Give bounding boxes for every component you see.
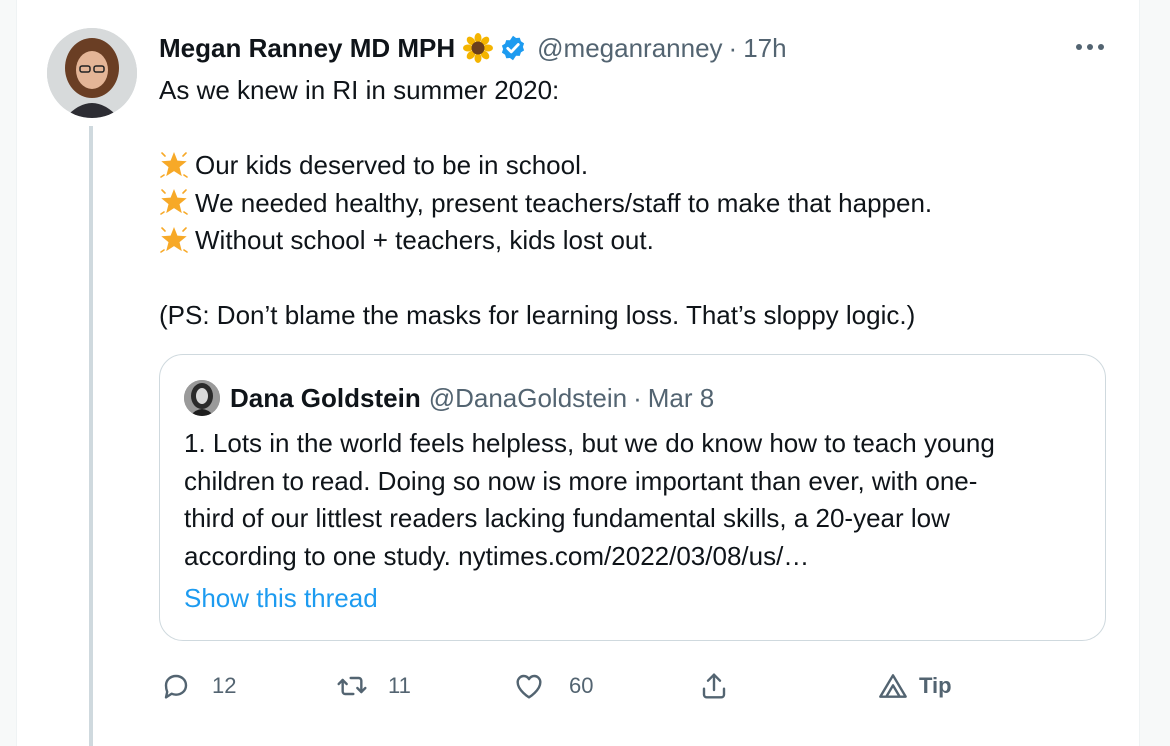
tweet-line: Our kids deserved to be in school. [159,147,1099,185]
quoted-line: 1. Lots in the world feels helpless, but… [184,428,995,458]
tweet-actions: 12 11 60 Tip [0,664,1170,708]
quoted-author-handle: @DanaGoldstein [428,382,628,413]
tweet-line: (PS: Don’t blame the masks for learning … [159,300,916,330]
tip-label: Tip [919,673,952,698]
tweet-text: As we knew in RI in summer 2020: Our kid… [159,72,1099,335]
retweet-icon [337,676,367,696]
quoted-author-avatar[interactable] [184,380,220,416]
tip-button[interactable]: Tip [877,664,952,708]
quoted-line: children to read. Doing so now is more i… [184,465,978,496]
quoted-tweet-time: Mar 8 [647,382,715,413]
show-thread-link[interactable]: Show this thread [184,583,378,614]
quoted-line: according to one study. nytimes.com/2022… [184,540,810,571]
quoted-author-name: Dana Goldstein [230,382,421,413]
verified-badge-icon [502,35,525,61]
retweet-button[interactable]: 11 [336,664,411,708]
share-icon [702,673,726,699]
glowing-star-icon [160,226,188,253]
tweet-line-text: We needed healthy, present teachers/staf… [195,187,933,218]
tweet-line-text: Our kids deserved to be in school. [195,150,589,180]
quoted-tweet-header: Dana Goldstein @DanaGoldstein · Mar 8 [184,380,715,416]
glowing-star-icon [160,189,188,216]
tweet-line: We needed healthy, present teachers/staf… [159,185,1099,223]
tweet-line: As we knew in RI in summer 2020: [159,75,560,105]
sunflower-icon [463,33,494,63]
retweet-count: 11 [388,673,411,698]
like-count: 60 [569,673,594,698]
author-avatar[interactable] [47,28,137,118]
heart-icon [516,674,542,699]
quoted-line: third of our littlest readers lacking fu… [184,503,950,533]
quoted-tweet-text: 1. Lots in the world feels helpless, but… [184,425,1084,575]
more-options-button[interactable] [1072,34,1108,60]
like-button[interactable]: 60 [513,664,593,708]
separator: · [633,382,642,413]
tweet-line-text: Without school + teachers, kids lost out… [195,225,654,255]
separator: · [728,32,738,63]
reply-button[interactable]: 12 [160,664,236,708]
tweet-line: Without school + teachers, kids lost out… [159,222,1099,260]
tip-icon [879,674,907,698]
author-name[interactable]: Megan Ranney MD MPH [159,33,455,64]
thread-line [89,126,93,746]
share-button[interactable] [698,664,730,708]
more-icon [1076,44,1104,50]
reply-icon [164,674,188,699]
reply-count: 12 [212,673,237,698]
tweet-header: Megan Ranney MD MPH @meganranney · 17h [159,30,787,66]
author-handle[interactable]: @meganranney [537,33,722,64]
quoted-tweet[interactable]: Dana Goldstein @DanaGoldstein · Mar 8 1.… [159,354,1106,641]
tweet-time[interactable]: 17h [743,33,786,64]
glowing-star-icon [160,151,188,178]
